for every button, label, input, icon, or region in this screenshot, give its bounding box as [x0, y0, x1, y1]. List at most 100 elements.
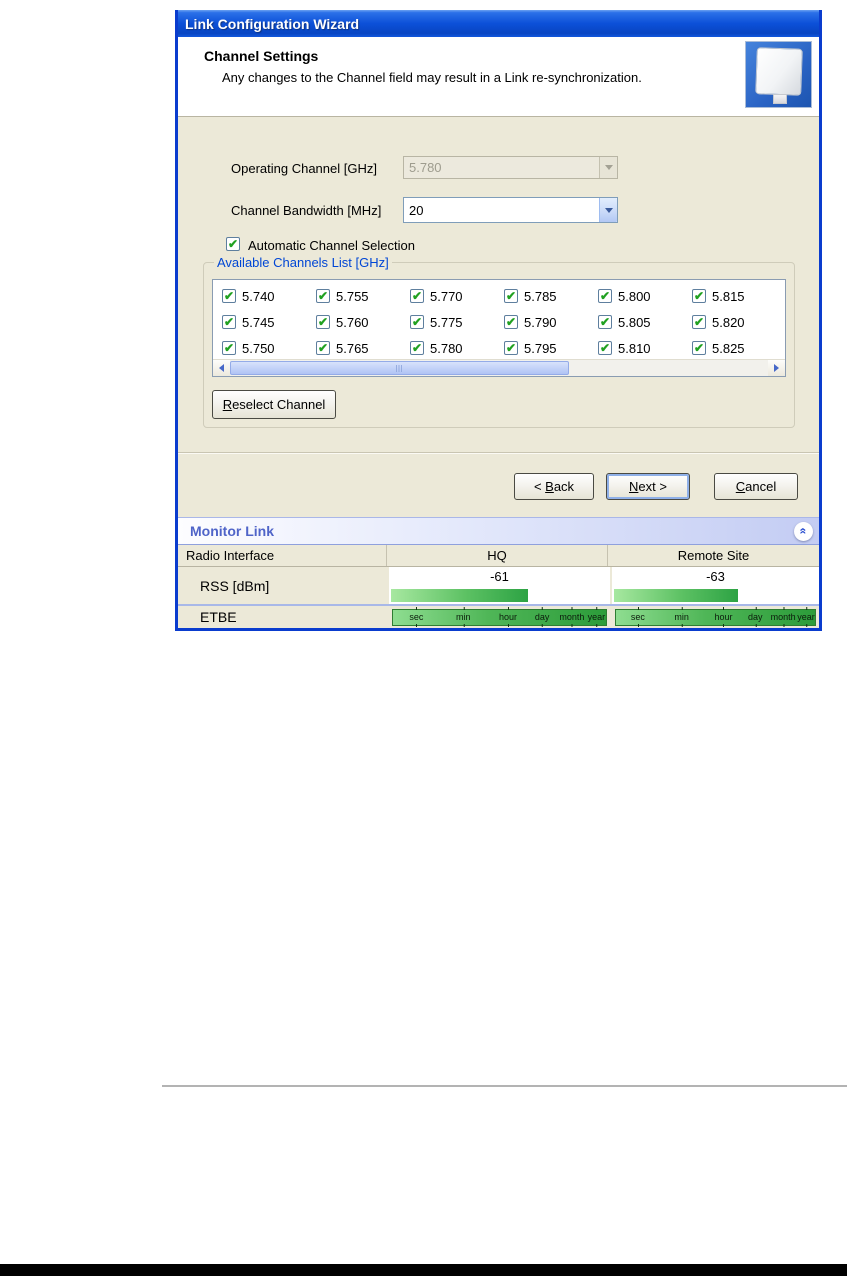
channels-listbox[interactable]: ✔ 5.740 ✔ 5.755 ✔ 5.770 ✔ 5.785 ✔ 5.800 ✔ 5.81… [212, 279, 786, 377]
channel-checkbox[interactable]: ✔ [410, 315, 424, 329]
channel-bandwidth-dropdown-button[interactable] [599, 198, 617, 222]
channel-value: 5.740 [242, 288, 275, 304]
monitor-table-header: Radio Interface HQ Remote Site [178, 545, 819, 567]
channel-checkbox[interactable]: ✔ [410, 341, 424, 355]
channel-checkbox[interactable]: ✔ [692, 341, 706, 355]
channel-item[interactable]: ✔ 5.795 [499, 341, 593, 356]
channel-item[interactable]: ✔ 5.825 [687, 341, 781, 356]
etbe-hq-cell: sec min hour day month year [389, 606, 610, 628]
channels-grid: ✔ 5.740 ✔ 5.755 ✔ 5.770 ✔ 5.785 ✔ 5.800 ✔ 5.81… [217, 283, 781, 358]
etbe-tick: min [456, 607, 471, 627]
channel-value: 5.800 [618, 288, 651, 304]
channel-checkbox[interactable]: ✔ [504, 289, 518, 303]
channel-value: 5.785 [524, 288, 557, 304]
check-icon: ✔ [317, 340, 329, 355]
channel-value: 5.775 [430, 314, 463, 330]
page-subtitle: Any changes to the Channel field may res… [222, 70, 642, 85]
channel-value: 5.755 [336, 288, 369, 304]
channels-horizontal-scrollbar[interactable] [213, 359, 785, 376]
check-icon: ✔ [411, 288, 423, 303]
channel-item[interactable]: ✔ 5.760 [311, 315, 405, 330]
channel-value: 5.750 [242, 340, 275, 356]
channel-checkbox[interactable]: ✔ [598, 315, 612, 329]
rss-label: RSS [dBm] [200, 577, 270, 594]
channel-bandwidth-label: Channel Bandwidth [MHz] [231, 203, 382, 218]
reselect-channel-button[interactable]: Reselect Channel [212, 390, 336, 419]
check-icon: ✔ [223, 314, 235, 329]
available-channels-title: Available Channels List [GHz] [214, 255, 392, 270]
etbe-tick: day [748, 607, 763, 627]
channel-value: 5.815 [712, 288, 745, 304]
page-bottom-bar [0, 1264, 847, 1276]
etbe-tick: month [559, 607, 585, 627]
channel-item[interactable]: ✔ 5.815 [687, 289, 781, 304]
channel-checkbox[interactable]: ✔ [222, 315, 236, 329]
channel-checkbox[interactable]: ✔ [598, 341, 612, 355]
channel-item[interactable]: ✔ 5.785 [499, 289, 593, 304]
antenna-icon [745, 41, 812, 108]
channel-item[interactable]: ✔ 5.805 [593, 315, 687, 330]
channel-item[interactable]: ✔ 5.765 [311, 341, 405, 356]
channel-item[interactable]: ✔ 5.745 [217, 315, 311, 330]
channel-checkbox[interactable]: ✔ [316, 315, 330, 329]
scroll-right-button[interactable] [768, 360, 785, 376]
back-button[interactable]: < Back [514, 473, 594, 500]
automatic-channel-selection-checkbox[interactable]: ✔ [226, 237, 240, 251]
channel-item[interactable]: ✔ 5.750 [217, 341, 311, 356]
next-button[interactable]: Next > [606, 473, 690, 500]
footer-divider [178, 452, 819, 454]
dialog-titlebar[interactable]: Link Configuration Wizard [178, 10, 819, 37]
operating-channel-value: 5.780 [409, 160, 442, 175]
automatic-channel-selection-label: Automatic Channel Selection [248, 238, 415, 253]
channel-item[interactable]: ✔ 5.740 [217, 289, 311, 304]
cancel-button[interactable]: Cancel [714, 473, 798, 500]
channel-checkbox[interactable]: ✔ [504, 341, 518, 355]
antenna-panel-shape [755, 47, 803, 96]
rss-hq-bar [391, 589, 529, 602]
check-icon: ✔ [317, 288, 329, 303]
check-icon: ✔ [505, 340, 517, 355]
channel-checkbox[interactable]: ✔ [222, 341, 236, 355]
channel-item[interactable]: ✔ 5.810 [593, 341, 687, 356]
channel-checkbox[interactable]: ✔ [316, 289, 330, 303]
etbe-label: ETBE [200, 609, 237, 625]
channel-item[interactable]: ✔ 5.780 [405, 341, 499, 356]
channel-bandwidth-select[interactable]: 20 [403, 197, 618, 223]
scrollbar-track[interactable] [230, 360, 768, 376]
channel-item[interactable]: ✔ 5.800 [593, 289, 687, 304]
column-radio-interface: Radio Interface [178, 545, 387, 566]
channel-item[interactable]: ✔ 5.820 [687, 315, 781, 330]
channel-item[interactable]: ✔ 5.790 [499, 315, 593, 330]
channel-checkbox[interactable]: ✔ [692, 315, 706, 329]
channel-checkbox[interactable]: ✔ [504, 315, 518, 329]
channel-item[interactable]: ✔ 5.775 [405, 315, 499, 330]
check-icon: ✔ [693, 340, 705, 355]
scrollbar-grip-icon [396, 364, 403, 372]
etbe-remote-bar: sec min hour day month year [615, 607, 816, 627]
channel-value: 5.820 [712, 314, 745, 330]
channel-checkbox[interactable]: ✔ [410, 289, 424, 303]
channel-checkbox[interactable]: ✔ [598, 289, 612, 303]
channel-item[interactable]: ✔ 5.755 [311, 289, 405, 304]
channel-checkbox[interactable]: ✔ [316, 341, 330, 355]
scrollbar-thumb[interactable] [230, 361, 569, 375]
etbe-tick: year [587, 607, 606, 627]
link-configuration-wizard-dialog: Link Configuration Wizard Channel Settin… [175, 10, 822, 631]
check-icon: ✔ [505, 288, 517, 303]
monitor-link-header[interactable]: Monitor Link « [178, 517, 819, 545]
scroll-right-icon [774, 364, 779, 372]
collapse-chevron-icon: « [796, 527, 811, 535]
channel-checkbox[interactable]: ✔ [692, 289, 706, 303]
etbe-tick: min [674, 607, 689, 627]
channel-item[interactable]: ✔ 5.770 [405, 289, 499, 304]
check-icon: ✔ [599, 340, 611, 355]
rss-remote-cell: -63 [612, 567, 819, 604]
scroll-left-button[interactable] [213, 360, 230, 376]
collapse-button[interactable]: « [794, 521, 813, 541]
rss-remote-value: -63 [706, 569, 725, 584]
channel-checkbox[interactable]: ✔ [222, 289, 236, 303]
operating-channel-select: 5.780 [403, 156, 618, 179]
etbe-tick: year [797, 607, 815, 627]
channel-value: 5.760 [336, 314, 369, 330]
channel-value: 5.825 [712, 340, 745, 356]
